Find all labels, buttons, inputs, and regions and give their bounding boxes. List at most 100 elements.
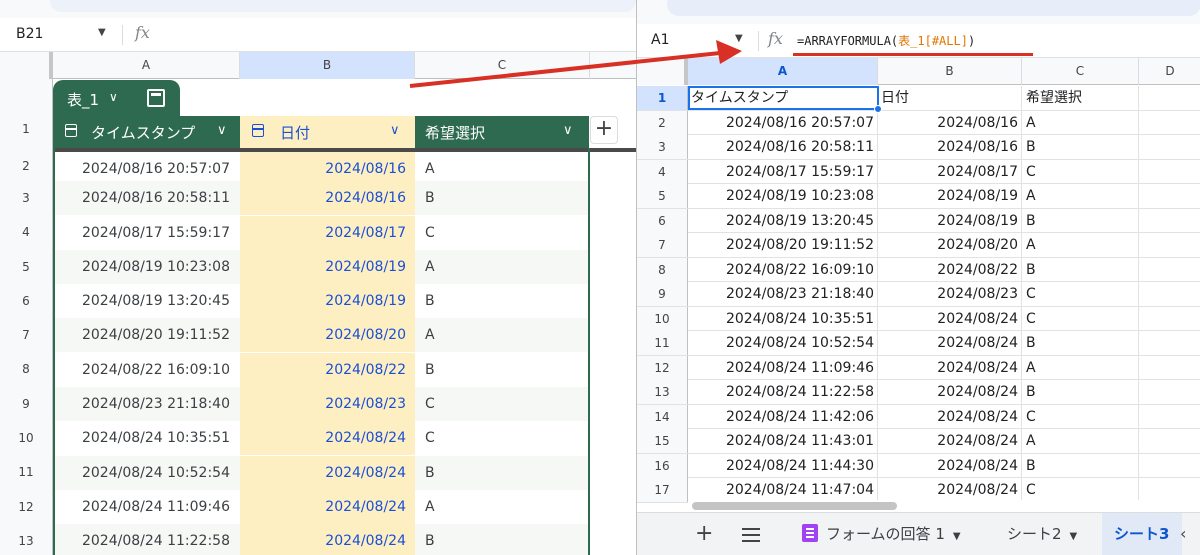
cell-choice[interactable]: B (1022, 135, 1139, 159)
cell-timestamp-header[interactable]: タイムスタンプ (688, 86, 878, 110)
cell-date[interactable]: 2024/08/19 (240, 250, 415, 284)
cell-date[interactable]: 2024/08/16 (878, 110, 1022, 135)
row-header-1[interactable]: 1 (0, 122, 52, 136)
cell-date[interactable]: 2024/08/24 (878, 355, 1022, 380)
column-header-d[interactable]: D (1139, 58, 1200, 85)
cell-timestamp[interactable]: 2024/08/24 10:35:51 (53, 421, 240, 455)
cell-choice[interactable]: C (1022, 404, 1139, 429)
column-header-b[interactable]: B (240, 52, 415, 79)
cell-date[interactable]: 2024/08/23 (240, 387, 415, 421)
cell-timestamp[interactable]: 2024/08/23 21:18:40 (53, 387, 240, 421)
cell-date[interactable]: 2024/08/24 (878, 478, 1022, 502)
horizontal-scrollbar[interactable] (688, 500, 1200, 512)
cell-choice[interactable]: A (415, 490, 589, 524)
cell-choice[interactable]: C (1022, 282, 1139, 306)
cell-timestamp[interactable]: 2024/08/24 10:35:51 (688, 306, 878, 331)
cell-timestamp[interactable]: 2024/08/24 11:44:30 (688, 453, 878, 478)
cell-date[interactable]: 2024/08/23 (878, 282, 1022, 306)
select-all-corner[interactable] (0, 52, 53, 79)
cell-date[interactable]: 2024/08/19 (878, 184, 1022, 208)
table-header-choice[interactable]: 希望選択 ∨ (415, 116, 589, 148)
chevron-down-icon[interactable]: ∨ (390, 123, 400, 138)
cell-timestamp[interactable]: 2024/08/22 16:09:10 (53, 353, 240, 387)
row-header[interactable]: 3 (637, 135, 688, 159)
column-header-a[interactable]: A (53, 52, 240, 79)
table-calculator-icon[interactable] (147, 89, 165, 107)
cell-date[interactable]: 2024/08/22 (240, 353, 415, 387)
cell-timestamp[interactable]: 2024/08/19 13:20:45 (688, 208, 878, 233)
chevron-down-icon[interactable]: ∨ (563, 123, 573, 138)
cell-timestamp[interactable]: 2024/08/20 19:11:52 (688, 233, 878, 257)
cell-timestamp[interactable]: 2024/08/24 11:22:58 (688, 380, 878, 404)
cell-date[interactable]: 2024/08/20 (240, 318, 415, 352)
column-header-d[interactable] (590, 52, 636, 79)
chevron-down-icon[interactable]: ▼ (735, 33, 743, 44)
tab-sheet2[interactable]: シート2 ▼ (1007, 513, 1077, 555)
select-all-corner[interactable] (637, 58, 688, 85)
cell-choice[interactable]: C (415, 387, 589, 421)
cell-date[interactable]: 2024/08/24 (240, 490, 415, 524)
cell-timestamp[interactable]: 2024/08/24 11:09:46 (53, 490, 240, 524)
row-header[interactable]: 5 (0, 260, 52, 274)
cell-choice[interactable]: C (1022, 478, 1139, 502)
row-header[interactable]: 6 (637, 208, 688, 233)
cell-timestamp[interactable]: 2024/08/24 11:43:01 (688, 429, 878, 453)
cell-choice[interactable]: A (415, 318, 589, 352)
cell-timestamp[interactable]: 2024/08/24 10:52:54 (688, 331, 878, 355)
cell-choice-header[interactable]: 希望選択 (1022, 86, 1139, 110)
row-header[interactable]: 16 (637, 453, 688, 478)
cell-choice[interactable]: B (1022, 257, 1139, 282)
cell-choice[interactable]: B (415, 524, 589, 555)
add-column-button[interactable]: + (590, 116, 618, 144)
cell-choice[interactable]: A (1022, 233, 1139, 257)
cell-choice[interactable]: B (1022, 331, 1139, 355)
row-header[interactable]: 13 (637, 380, 688, 404)
name-box[interactable]: B21 (16, 26, 43, 42)
cell-date[interactable]: 2024/08/24 (240, 524, 415, 555)
cell-date[interactable]: 2024/08/24 (878, 380, 1022, 404)
chevron-down-icon[interactable]: ▼ (953, 531, 961, 542)
row-header[interactable]: 14 (637, 404, 688, 429)
cell-date[interactable]: 2024/08/20 (878, 233, 1022, 257)
cell-choice[interactable]: C (1022, 306, 1139, 331)
cell-timestamp[interactable]: 2024/08/16 20:58:11 (53, 181, 240, 215)
row-header[interactable]: 4 (0, 225, 52, 239)
cell-timestamp[interactable]: 2024/08/24 11:47:04 (688, 478, 878, 502)
row-header[interactable]: 17 (637, 478, 688, 502)
cell-date[interactable]: 2024/08/24 (878, 453, 1022, 478)
cell-date[interactable]: 2024/08/24 (240, 421, 415, 455)
cell-date[interactable]: 2024/08/17 (878, 159, 1022, 184)
chevron-down-icon[interactable]: ▼ (98, 27, 106, 38)
table-header-date[interactable]: 日付 ∨ (240, 116, 415, 148)
table-name-chip[interactable]: 表_1 ∨ (53, 80, 180, 117)
chevron-left-icon[interactable]: ‹ (1180, 524, 1186, 543)
cell-timestamp[interactable]: 2024/08/16 20:58:11 (688, 135, 878, 159)
cell-date[interactable]: 2024/08/16 (878, 135, 1022, 159)
cell-choice[interactable]: C (415, 216, 589, 250)
cell-timestamp[interactable]: 2024/08/23 21:18:40 (688, 282, 878, 306)
row-header[interactable]: 9 (637, 282, 688, 306)
cell-choice[interactable]: A (1022, 184, 1139, 208)
tab-sheet3[interactable]: シート3 (1102, 513, 1182, 555)
row-header[interactable]: 15 (637, 429, 688, 453)
row-header[interactable]: 2 (0, 159, 52, 173)
cell-timestamp[interactable]: 2024/08/17 15:59:17 (688, 159, 878, 184)
cell-date[interactable]: 2024/08/16 (240, 181, 415, 215)
column-header-b[interactable]: B (878, 58, 1022, 85)
row-header[interactable]: 6 (0, 294, 52, 308)
cell-timestamp[interactable]: 2024/08/24 10:52:54 (53, 456, 240, 490)
cell-timestamp[interactable]: 2024/08/19 13:20:45 (53, 284, 240, 318)
row-header[interactable]: 11 (637, 331, 688, 355)
cell-choice[interactable]: B (1022, 208, 1139, 233)
row-header[interactable]: 7 (0, 328, 52, 342)
cell-choice[interactable]: C (1022, 159, 1139, 184)
formula-input[interactable]: =ARRAYFORMULA(表_1[#ALL]) (797, 32, 975, 49)
chevron-down-icon[interactable]: ▼ (1070, 531, 1078, 542)
row-header[interactable]: 11 (0, 465, 52, 479)
column-header-c[interactable]: C (415, 52, 590, 79)
row-header[interactable]: 12 (0, 500, 52, 514)
cell-date[interactable]: 2024/08/24 (878, 306, 1022, 331)
row-header[interactable]: 5 (637, 184, 688, 208)
chevron-down-icon[interactable]: ∨ (109, 90, 118, 104)
cell-timestamp[interactable]: 2024/08/22 16:09:10 (688, 257, 878, 282)
